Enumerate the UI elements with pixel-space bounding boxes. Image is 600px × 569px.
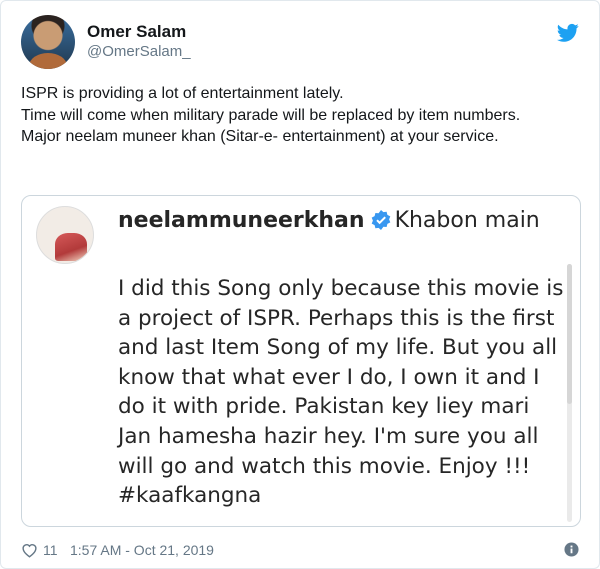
- info-icon[interactable]: [564, 542, 579, 557]
- author-handle[interactable]: @OmerSalam_: [87, 42, 191, 62]
- tweet-line: ISPR is providing a lot of entertainment…: [21, 85, 344, 102]
- like-count[interactable]: 11: [43, 539, 58, 561]
- avatar-shoulders: [29, 53, 67, 69]
- tweet-card: Omer Salam @OmerSalam_ ISPR is providing…: [0, 0, 600, 569]
- caption-scrollbar: [567, 264, 572, 522]
- twitter-bird-icon[interactable]: [557, 23, 579, 43]
- tweet-header: Omer Salam @OmerSalam_: [21, 15, 579, 75]
- tweet-text: ISPR is providing a lot of entertainment…: [21, 83, 581, 148]
- author-display-name[interactable]: Omer Salam: [87, 21, 191, 42]
- instagram-avatar: [36, 206, 94, 264]
- avatar[interactable]: [21, 15, 75, 69]
- instagram-header: neelammuneerkhan Khabon main: [118, 206, 540, 236]
- verified-badge-icon: [371, 210, 390, 230]
- tweet-timestamp[interactable]: 1:57 AM - Oct 21, 2019: [70, 539, 214, 561]
- scrollbar-thumb: [567, 264, 572, 404]
- tweet-footer: 11 1:57 AM - Oct 21, 2019: [21, 539, 579, 561]
- instagram-avatar-photo: [55, 233, 87, 261]
- heart-icon[interactable]: [21, 542, 38, 558]
- instagram-username: neelammuneerkhan: [118, 208, 365, 233]
- author-names[interactable]: Omer Salam @OmerSalam_: [87, 21, 191, 62]
- quoted-instagram-image[interactable]: neelammuneerkhan Khabon main I did this …: [21, 195, 581, 527]
- tweet-line: Major neelam muneer khan (Sitar-e- enter…: [21, 128, 499, 145]
- tweet-line: Time will come when military parade will…: [21, 106, 521, 124]
- instagram-caption: I did this Song only because this movie …: [118, 276, 564, 509]
- instagram-location: Khabon main: [394, 208, 540, 233]
